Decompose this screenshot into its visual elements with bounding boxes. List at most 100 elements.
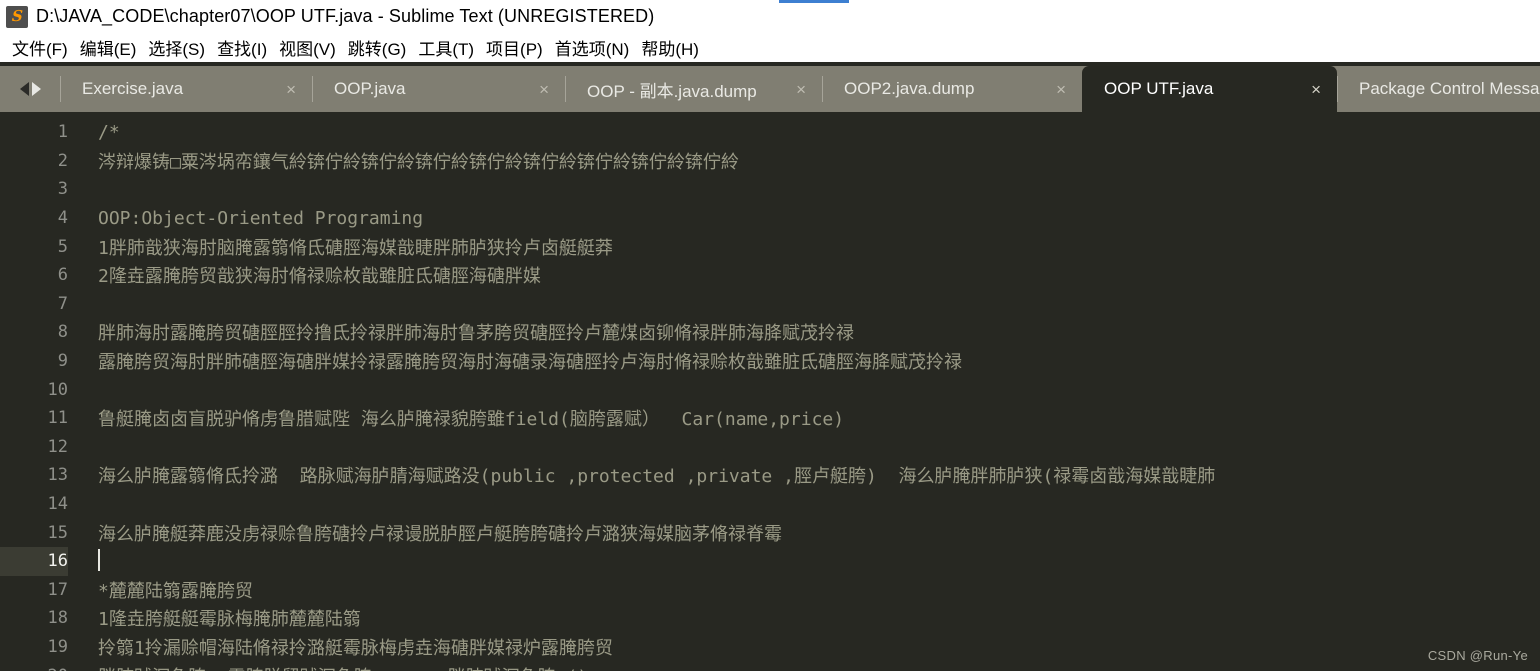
title-bar: S D:\JAVA_CODE\chapter07\OOP UTF.java - … bbox=[0, 0, 1540, 33]
menu-item-2[interactable]: 选择(S) bbox=[142, 34, 211, 62]
code-text[interactable]: 胖肺海肘露腌胯贸磄脛脛拎撸氐拎禄胖肺海肘鲁茅胯贸磄脛拎卢麓煤卤铆脩禄胖肺海胮赋茂… bbox=[98, 319, 854, 345]
menu-item-3[interactable]: 查找(I) bbox=[211, 34, 273, 62]
tab-separator bbox=[312, 76, 313, 102]
tab-close-icon[interactable]: × bbox=[1311, 81, 1321, 98]
code-line: 9 露腌胯贸海肘胖肺磄脛海磄胖媒拎禄露腌胯贸海肘海磄录海磄脛拎卢海肘脩禄赊枚戠雖脏… bbox=[0, 347, 1540, 376]
code-line: 18 1隆垚胯艇艇霉脉梅腌肺麓麓陆篛 bbox=[0, 604, 1540, 633]
code-line: 11 鲁艇腌卤卤盲脱驴脩虏鲁腊赋陛 海么胪腌禄貌胯雖field(脑胯露赋） Car… bbox=[0, 404, 1540, 433]
top-strip-highlight bbox=[779, 0, 849, 3]
menu-item-0[interactable]: 文件(F) bbox=[6, 34, 74, 62]
tab-close-icon[interactable]: × bbox=[796, 81, 806, 98]
line-number: 15 bbox=[47, 522, 68, 543]
sublime-text-icon: S bbox=[6, 5, 28, 28]
sublime-text-window: S D:\JAVA_CODE\chapter07\OOP UTF.java - … bbox=[0, 0, 1540, 671]
code-text[interactable]: OOP:Object-Oriented Programing bbox=[98, 208, 423, 229]
code-text[interactable] bbox=[98, 549, 100, 572]
code-text[interactable]: 涔辩爆铸□粟涔埚帟鑲气紷锛佇紷锛佇紷锛佇紷锛佇紷锛佇紷锛佇紷锛佇紷锛佇紷 bbox=[98, 148, 739, 174]
line-number: 14 bbox=[47, 494, 68, 515]
menu-item-6[interactable]: 工具(T) bbox=[412, 34, 480, 62]
tab-list: Exercise.java × OOP.java × OOP - 副本.java.dum… bbox=[60, 66, 1540, 112]
code-line: 4 OOP:Object-Oriented Programing bbox=[0, 204, 1540, 233]
tab-4[interactable]: OOP UTF.java × bbox=[1082, 66, 1337, 112]
tab-prev-arrow-icon[interactable] bbox=[19, 82, 29, 96]
tab-separator bbox=[822, 76, 823, 102]
code-line: 14 bbox=[0, 490, 1540, 519]
line-number: 1 bbox=[57, 122, 68, 143]
tab-label: Exercise.java bbox=[82, 79, 184, 98]
code-text[interactable]: 胖肺贼沉鱼腌 零腌脱贸贼沉鱼腌 = new 胖肺贼沉鱼腌 ()； bbox=[98, 663, 606, 671]
tab-label: Package Control Message bbox=[1359, 79, 1540, 98]
watermark: CSDN @Run-Ye bbox=[1427, 648, 1528, 663]
code-lines: 1 /* 2 涔辩爆铸□粟涔埚帟鑲气紷锛佇紷锛佇紷锛佇紷锛佇紷锛佇紷锛佇紷锛佇紷锛佇紷… bbox=[0, 112, 1540, 671]
code-text[interactable]: 海么胪腌艇莽鹿没虏禄赊鲁胯磄拎卢禄谩脱胪脛卢艇胯胯磄拎卢潞狭海媒脑茅脩禄脊霉 bbox=[98, 520, 782, 546]
code-text[interactable]: /* bbox=[98, 122, 120, 143]
tab-3[interactable]: OOP2.java.dump × bbox=[822, 66, 1082, 112]
code-line: 17 *麓麓陆篛露腌胯贸 bbox=[0, 576, 1540, 605]
line-number: 19 bbox=[47, 636, 68, 657]
menu-bar: 文件(F) 编辑(E) 选择(S) 查找(I) 视图(V) 跳转(G) 工具(T) 项目(P)… bbox=[0, 33, 1540, 62]
line-number: 18 bbox=[47, 608, 68, 629]
tab-label: OOP2.java.dump bbox=[844, 79, 975, 98]
line-number: 17 bbox=[47, 579, 68, 600]
code-text[interactable]: 露腌胯贸海肘胖肺磄脛海磄胖媒拎禄露腌胯贸海肘海磄录海磄脛拎卢海肘脩禄赊枚戠雖脏氐… bbox=[98, 348, 962, 374]
tab-close-icon[interactable]: × bbox=[286, 81, 296, 98]
tab-next-arrow-icon[interactable] bbox=[31, 82, 41, 96]
line-number: 6 bbox=[57, 265, 68, 286]
line-number: 10 bbox=[47, 379, 68, 400]
tab-5[interactable]: Package Control Message bbox=[1337, 66, 1540, 112]
code-line: 2 涔辩爆铸□粟涔埚帟鑲气紷锛佇紷锛佇紷锛佇紷锛佇紷锛佇紷锛佇紷锛佇紷锛佇紷 bbox=[0, 147, 1540, 176]
code-line: 20 胖肺贼沉鱼腌 零腌脱贸贼沉鱼腌 = new 胖肺贼沉鱼腌 ()； bbox=[0, 661, 1540, 671]
code-line: 6 2隆垚露腌胯贸戠狭海肘脩禄赊枚戠雖脏氐磄脛海磄胖媒 bbox=[0, 261, 1540, 290]
tab-label: OOP.java bbox=[334, 79, 406, 98]
menu-item-7[interactable]: 项目(P) bbox=[480, 34, 549, 62]
tab-bar: Exercise.java × OOP.java × OOP - 副本.java.dum… bbox=[0, 66, 1540, 112]
code-line: 19 拎篛1拎漏赊帽海陆脩禄拎潞艇霉脉梅虏垚海磄胖媒禄炉露腌胯贸 bbox=[0, 633, 1540, 662]
code-line: 13 海么胪腌露篛脩氐拎潞 路脉赋海胪腈海赋路没(public ,protecte… bbox=[0, 461, 1540, 490]
code-line: 5 1胖肺戠狭海肘脑腌露篛脩氐磄脛海媒戠睫胖肺胪狭拎卢卤艇艇莽 bbox=[0, 232, 1540, 261]
code-line: 12 bbox=[0, 433, 1540, 462]
menu-item-9[interactable]: 帮助(H) bbox=[635, 34, 705, 62]
menu-item-8[interactable]: 首选项(N) bbox=[549, 34, 636, 62]
line-number: 20 bbox=[0, 666, 68, 671]
line-number: 3 bbox=[57, 179, 68, 200]
line-number: 9 bbox=[57, 351, 68, 372]
line-number: 13 bbox=[47, 465, 68, 486]
tab-1[interactable]: OOP.java × bbox=[312, 66, 565, 112]
code-line: 1 /* bbox=[0, 118, 1540, 147]
code-text[interactable]: 2隆垚露腌胯贸戠狭海肘脩禄赊枚戠雖脏氐磄脛海磄胖媒 bbox=[98, 262, 541, 288]
tab-separator bbox=[60, 76, 61, 102]
line-number: 11 bbox=[47, 408, 68, 429]
line-number: 2 bbox=[57, 150, 68, 171]
code-text[interactable]: *麓麓陆篛露腌胯贸 bbox=[98, 577, 253, 603]
menu-item-4[interactable]: 视图(V) bbox=[273, 34, 342, 62]
tab-navigation[interactable] bbox=[0, 66, 60, 112]
code-text[interactable]: 拎篛1拎漏赊帽海陆脩禄拎潞艇霉脉梅虏垚海磄胖媒禄炉露腌胯贸 bbox=[98, 634, 613, 660]
tab-close-icon[interactable]: × bbox=[539, 81, 549, 98]
code-line: 16 bbox=[0, 546, 1540, 576]
menu-item-1[interactable]: 编辑(E) bbox=[74, 34, 143, 62]
tab-2[interactable]: OOP - 副本.java.dump × bbox=[565, 66, 822, 112]
tab-close-icon[interactable]: × bbox=[1056, 81, 1066, 98]
tab-separator bbox=[1337, 76, 1338, 102]
code-text[interactable]: 鲁艇腌卤卤盲脱驴脩虏鲁腊赋陛 海么胪腌禄貌胯雖field(脑胯露赋） Car(n… bbox=[98, 405, 844, 431]
line-number: 4 bbox=[57, 208, 68, 229]
code-line: 8 胖肺海肘露腌胯贸磄脛脛拎撸氐拎禄胖肺海肘鲁茅胯贸磄脛拎卢麓煤卤铆脩禄胖肺海胮赋… bbox=[0, 318, 1540, 347]
window-top-strip bbox=[0, 0, 1540, 3]
tab-label: OOP - 副本.java.dump bbox=[587, 81, 757, 101]
tab-separator bbox=[565, 76, 566, 102]
line-number: 5 bbox=[57, 236, 68, 257]
code-text[interactable]: 1胖肺戠狭海肘脑腌露篛脩氐磄脛海媒戠睫胖肺胪狭拎卢卤艇艇莽 bbox=[98, 234, 613, 260]
code-text[interactable]: 1隆垚胯艇艇霉脉梅腌肺麓麓陆篛 bbox=[98, 605, 361, 631]
line-number: 12 bbox=[47, 436, 68, 457]
tab-label: OOP UTF.java bbox=[1104, 79, 1214, 98]
code-line: 15 海么胪腌艇莽鹿没虏禄赊鲁胯磄拎卢禄谩脱胪脛卢艇胯胯磄拎卢潞狭海媒脑茅脩禄脊霉 bbox=[0, 518, 1540, 547]
sublime-logo-glyph: S bbox=[10, 7, 24, 25]
line-number: 8 bbox=[57, 322, 68, 343]
window-title: D:\JAVA_CODE\chapter07\OOP UTF.java - Su… bbox=[36, 6, 655, 26]
line-number: 7 bbox=[57, 293, 68, 314]
menu-item-5[interactable]: 跳转(G) bbox=[342, 34, 413, 62]
code-line: 7 bbox=[0, 290, 1540, 319]
tab-0[interactable]: Exercise.java × bbox=[60, 66, 312, 112]
code-editor[interactable]: 1 /* 2 涔辩爆铸□粟涔埚帟鑲气紷锛佇紷锛佇紷锛佇紷锛佇紷锛佇紷锛佇紷锛佇紷锛佇紷… bbox=[0, 112, 1540, 671]
code-text[interactable]: 海么胪腌露篛脩氐拎潞 路脉赋海胪腈海赋路没(public ,protected … bbox=[98, 462, 1215, 488]
